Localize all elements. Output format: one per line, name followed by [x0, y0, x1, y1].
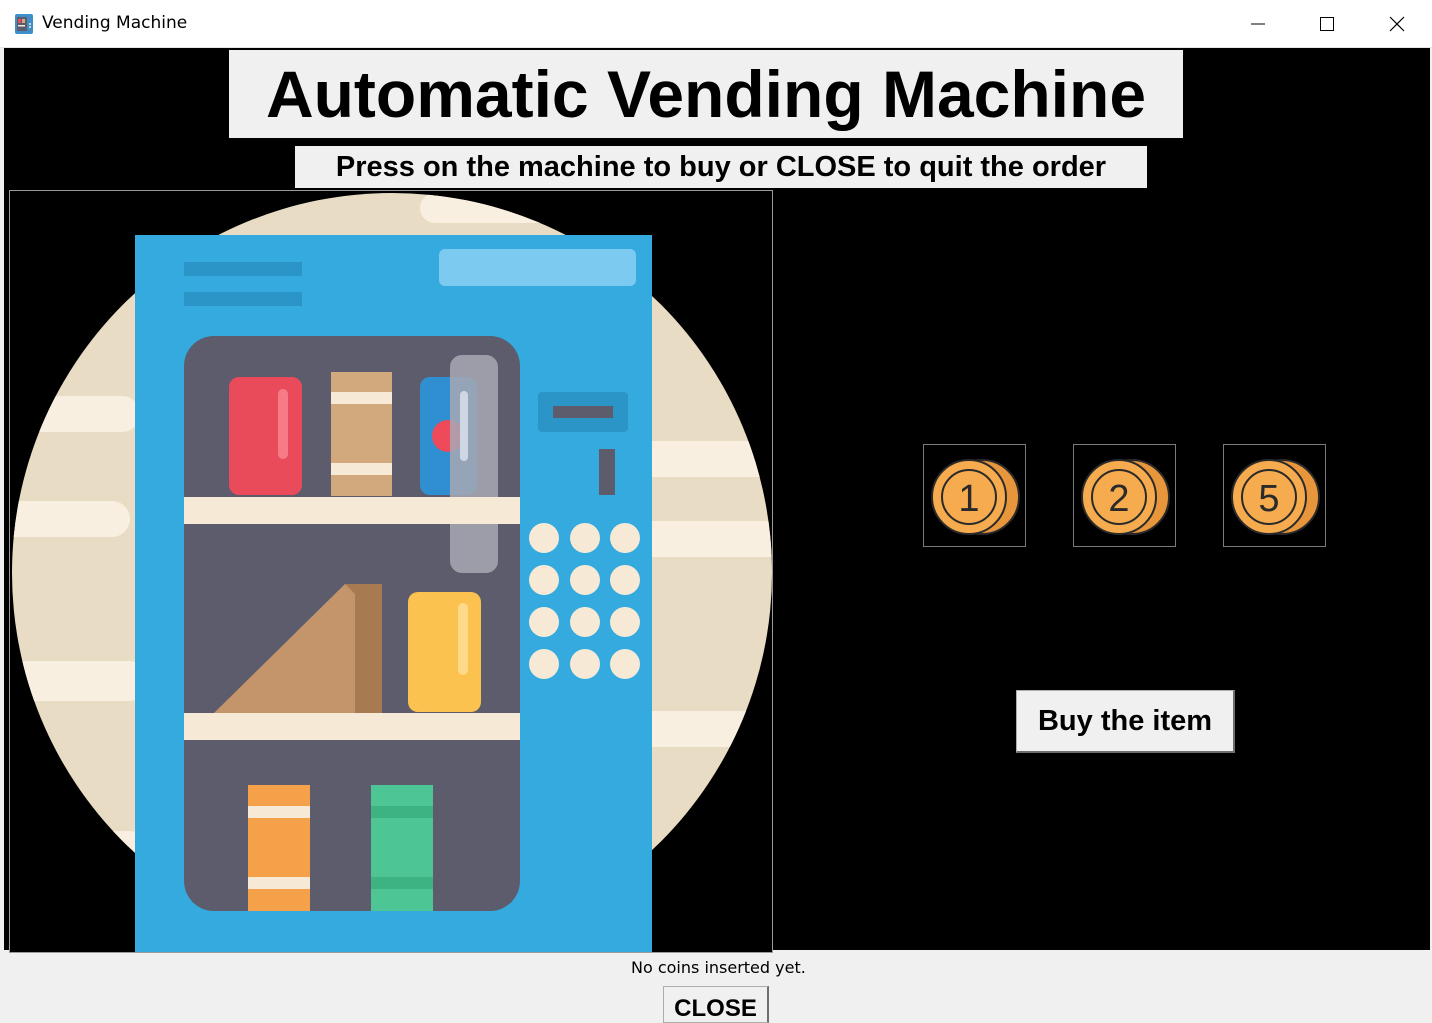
minimize-button[interactable] — [1223, 0, 1293, 47]
close-order-button[interactable]: CLOSE — [663, 986, 769, 1023]
window-title: Vending Machine — [42, 13, 188, 33]
maximize-button[interactable] — [1292, 0, 1362, 47]
window-close-button[interactable] — [1362, 0, 1432, 47]
coin-icon: 2 — [1081, 459, 1170, 535]
coin-icon: 5 — [1231, 459, 1320, 535]
buy-item-button[interactable]: Buy the item — [1016, 690, 1235, 753]
coin-5-button[interactable]: 5 — [1223, 444, 1326, 547]
coin-2-label: 2 — [1108, 478, 1129, 520]
coin-2-button[interactable]: 2 — [1073, 444, 1176, 547]
vending-machine-app-icon — [15, 14, 33, 34]
minimize-icon — [1251, 23, 1265, 24]
status-text: No coins inserted yet. — [631, 958, 806, 977]
vending-machine-image-button[interactable] — [9, 190, 773, 953]
coin-1-label: 1 — [958, 478, 979, 520]
close-icon — [1389, 16, 1405, 31]
window-title-bar: Vending Machine — [0, 0, 1432, 48]
coin-5-label: 5 — [1258, 478, 1279, 520]
page-subtitle: Press on the machine to buy or CLOSE to … — [295, 146, 1147, 188]
coin-icon: 1 — [931, 459, 1020, 535]
vending-machine-illustration — [12, 193, 772, 952]
maximize-icon — [1320, 16, 1334, 31]
page-title: Automatic Vending Machine — [229, 50, 1183, 138]
coin-1-button[interactable]: 1 — [923, 444, 1026, 547]
